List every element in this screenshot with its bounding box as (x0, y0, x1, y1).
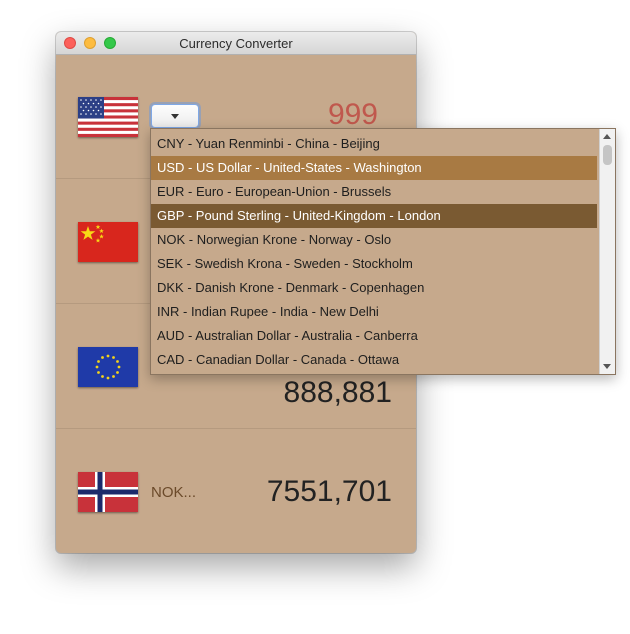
currency-select-button[interactable] (151, 104, 199, 128)
dropdown-option-cny[interactable]: CNY - Yuan Renminbi - China - Beijing (151, 132, 597, 156)
dropdown-option-dkk[interactable]: DKK - Danish Krone - Denmark - Copenhage… (151, 276, 597, 300)
dropdown-scrollbar[interactable] (599, 129, 615, 374)
title-bar[interactable]: Currency Converter (56, 32, 416, 55)
usd-amount-field[interactable]: 999 (328, 98, 378, 132)
dropdown-option-eur[interactable]: EUR - Euro - European-Union - Brussels (151, 180, 597, 204)
chevron-down-icon (171, 114, 179, 119)
china-flag-icon (78, 222, 138, 262)
eu-flag-icon (78, 347, 138, 387)
eur-amount-field[interactable]: 888,881 (284, 376, 392, 410)
dropdown-option-usd[interactable]: USD - US Dollar - United-States - Washin… (151, 156, 597, 180)
currency-row-4: NOK... 7551,701 (56, 429, 416, 553)
dropdown-option-aud[interactable]: AUD - Australian Dollar - Australia - Ca… (151, 324, 597, 348)
scroll-down-arrow-icon[interactable] (603, 364, 611, 369)
currency-dropdown-list[interactable]: CNY - Yuan Renminbi - China - Beijing US… (150, 128, 616, 375)
dropdown-option-nok[interactable]: NOK - Norwegian Krone - Norway - Oslo (151, 228, 597, 252)
currency-code-label[interactable]: NOK... (151, 484, 196, 501)
dropdown-option-inr[interactable]: INR - Indian Rupee - India - New Delhi (151, 300, 597, 324)
dropdown-option-gbp[interactable]: GBP - Pound Sterling - United-Kingdom - … (151, 204, 597, 228)
nok-amount-field[interactable]: 7551,701 (267, 475, 392, 509)
window-title: Currency Converter (179, 36, 293, 51)
scroll-up-arrow-icon[interactable] (603, 134, 611, 139)
dropdown-option-sek[interactable]: SEK - Swedish Krona - Sweden - Stockholm (151, 252, 597, 276)
dropdown-option-cad[interactable]: CAD - Canadian Dollar - Canada - Ottawa (151, 348, 597, 372)
scroll-thumb[interactable] (603, 145, 612, 165)
us-flag-icon (78, 97, 138, 137)
norway-flag-icon (78, 472, 138, 512)
